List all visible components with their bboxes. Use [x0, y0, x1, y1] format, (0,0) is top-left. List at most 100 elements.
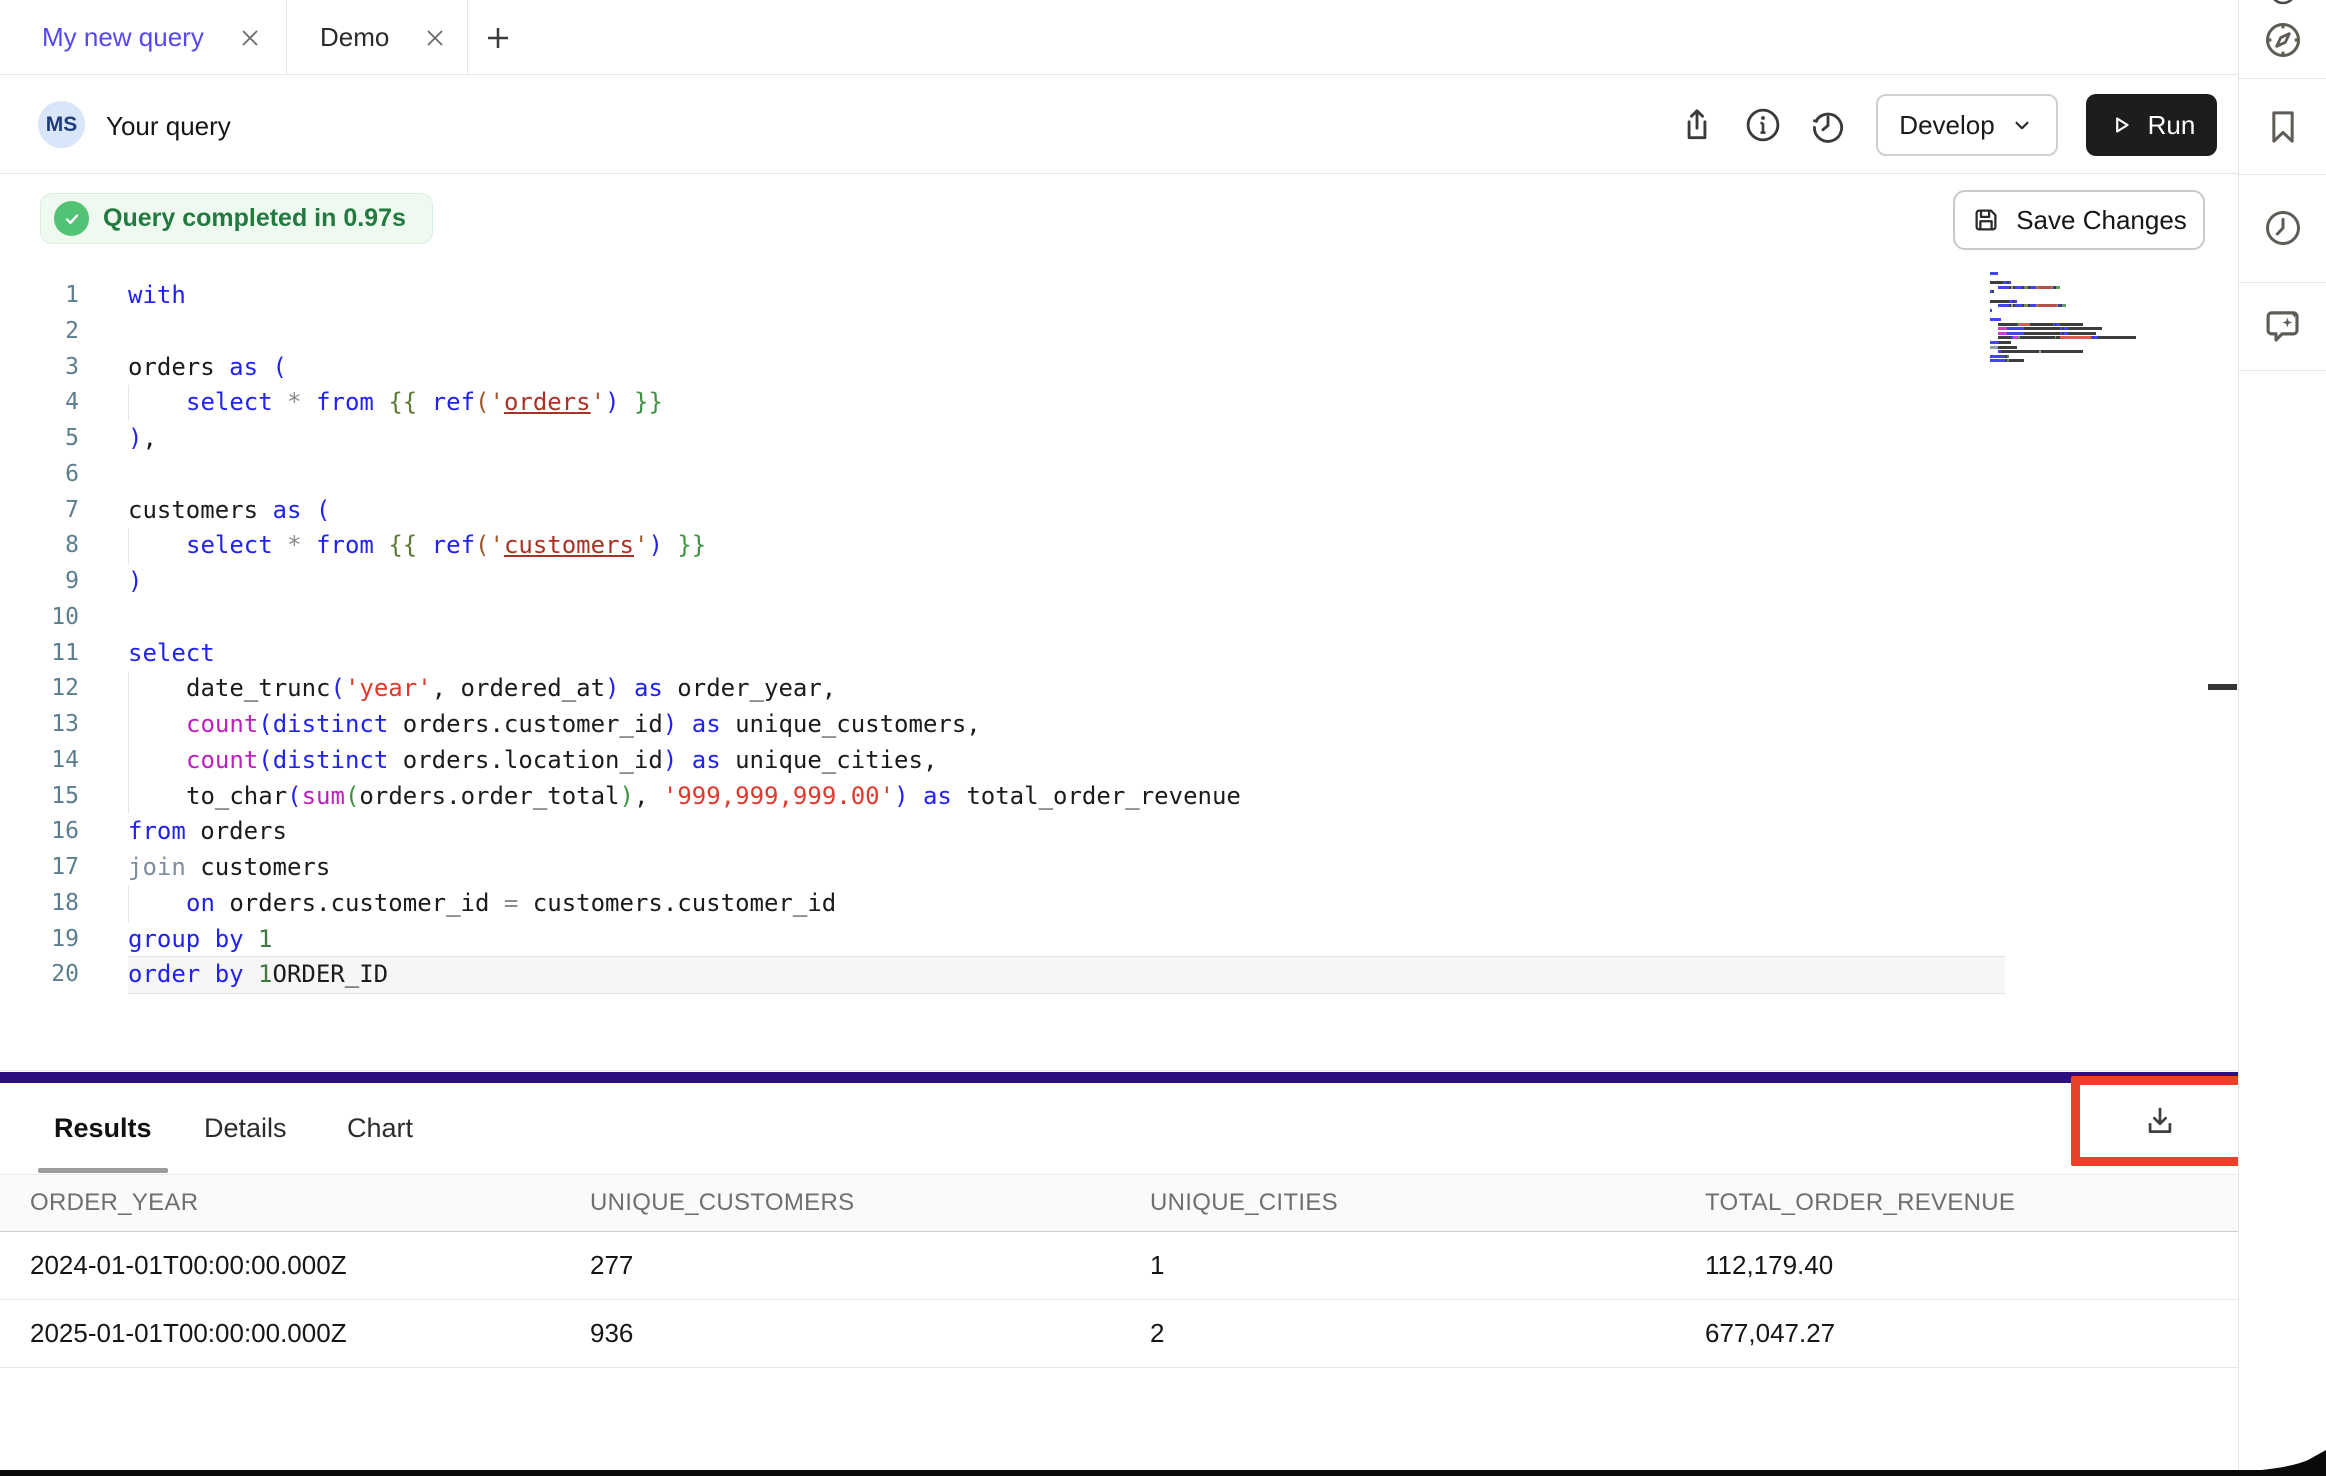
minimap-line: [1990, 350, 2142, 353]
tab-my-new-query[interactable]: My new query: [0, 0, 287, 75]
share-button[interactable]: [1675, 103, 1719, 147]
code-line[interactable]: customers as (: [128, 493, 2005, 529]
line-number-gutter: 1234567891011121314151617181920: [0, 278, 79, 993]
share-icon: [1678, 106, 1716, 144]
minimap-line: [1990, 346, 2142, 349]
line-number: 6: [0, 457, 79, 493]
tab-results-label: Results: [54, 1113, 152, 1144]
table-body: 2024-01-01T00:00:00.000Z2771112,179.4020…: [0, 1232, 2238, 1368]
minimap-line: [1990, 359, 2142, 362]
column-header: UNIQUE_CITIES: [1120, 1189, 1675, 1217]
save-changes-button[interactable]: Save Changes: [1953, 190, 2205, 250]
minimap-line: [1990, 323, 2142, 326]
code-line[interactable]: order by 1ORDER_ID: [128, 957, 2005, 993]
line-number: 16: [0, 814, 79, 850]
line-number: 19: [0, 922, 79, 958]
status-message: Query completed in 0.97s: [103, 204, 406, 233]
explore-button[interactable]: [2261, 18, 2305, 62]
table-cell: 2: [1120, 1318, 1675, 1349]
code-line[interactable]: [128, 600, 2005, 636]
minimap-line: [1990, 286, 2142, 289]
tab-demo[interactable]: Demo: [287, 0, 468, 75]
code-line[interactable]: count(distinct orders.location_id) as un…: [128, 743, 2005, 779]
code-line[interactable]: orders as (: [128, 350, 2005, 386]
history-button[interactable]: [1806, 103, 1850, 147]
code-line[interactable]: join customers: [128, 850, 2005, 886]
develop-dropdown[interactable]: Develop: [1876, 94, 2058, 156]
minimap-line: [1990, 290, 2142, 293]
table-cell: 2024-01-01T00:00:00.000Z: [0, 1250, 560, 1281]
results-tab-bar: Results Details Chart: [0, 1083, 2238, 1174]
line-number: 20: [0, 957, 79, 993]
chat-sparkles-icon: [2262, 305, 2304, 347]
scrollbar-thumb[interactable]: [2208, 684, 2237, 690]
chevron-down-icon: [2009, 112, 2035, 138]
minimap-line: [1990, 295, 2142, 298]
download-results-button[interactable]: [2080, 1085, 2240, 1157]
table-cell: 677,047.27: [1675, 1318, 2238, 1349]
tab-label: Demo: [320, 22, 389, 53]
panel-resize-divider[interactable]: [0, 1072, 2238, 1083]
tab-details[interactable]: Details: [204, 1083, 287, 1174]
close-icon[interactable]: [238, 26, 262, 50]
column-header: ORDER_YEAR: [0, 1189, 560, 1217]
results-table: ORDER_YEARUNIQUE_CUSTOMERSUNIQUE_CITIEST…: [0, 1174, 2238, 1368]
code-line[interactable]: [128, 314, 2005, 350]
table-row: 2025-01-01T00:00:00.000Z9362677,047.27: [0, 1300, 2238, 1368]
ai-assistant-button[interactable]: [2261, 304, 2305, 348]
line-number: 14: [0, 743, 79, 779]
code-area[interactable]: with orders as (select * from {{ ref('ord…: [128, 278, 2005, 993]
code-line[interactable]: on orders.customer_id = customers.custom…: [128, 886, 2005, 922]
tab-details-label: Details: [204, 1113, 287, 1144]
new-tab-button[interactable]: [468, 0, 528, 75]
editor-minimap[interactable]: [1990, 272, 2142, 364]
bookmarks-button[interactable]: [2261, 105, 2305, 149]
code-line[interactable]: select: [128, 636, 2005, 672]
code-line[interactable]: with: [128, 278, 2005, 314]
line-number: 7: [0, 493, 79, 529]
minimap-line: [1990, 327, 2142, 330]
compass-icon: [2263, 20, 2303, 60]
save-icon: [1971, 205, 2001, 235]
code-line[interactable]: group by 1: [128, 922, 2005, 958]
line-number: 9: [0, 564, 79, 600]
code-line[interactable]: date_trunc('year', ordered_at) as order_…: [128, 671, 2005, 707]
history-icon: [1809, 106, 1847, 144]
table-cell: 112,179.40: [1675, 1250, 2238, 1281]
bookmark-icon: [2263, 107, 2303, 147]
line-number: 13: [0, 707, 79, 743]
close-icon[interactable]: [423, 26, 447, 50]
save-changes-label: Save Changes: [2016, 205, 2187, 236]
code-line[interactable]: [128, 457, 2005, 493]
run-button[interactable]: Run: [2086, 94, 2217, 156]
code-line[interactable]: select * from {{ ref('orders') }}: [128, 385, 2005, 421]
minimap-line: [1990, 318, 2142, 321]
tab-results[interactable]: Results: [54, 1083, 152, 1174]
recent-history-button[interactable]: [2261, 206, 2305, 250]
sidebar-divider: [2239, 282, 2326, 283]
info-button[interactable]: [1741, 103, 1785, 147]
code-line[interactable]: ),: [128, 421, 2005, 457]
editor-bottom-border: [0, 1070, 2238, 1071]
code-line[interactable]: ): [128, 564, 2005, 600]
code-line[interactable]: select * from {{ ref('customers') }}: [128, 528, 2005, 564]
code-line[interactable]: count(distinct orders.customer_id) as un…: [128, 707, 2005, 743]
table-cell: 936: [560, 1318, 1120, 1349]
code-line[interactable]: from orders: [128, 814, 2005, 850]
bottom-edge-bar: [0, 1470, 2326, 1476]
table-cell: 2025-01-01T00:00:00.000Z: [0, 1318, 560, 1349]
minimap-line: [1990, 281, 2142, 284]
minimap-line: [1990, 313, 2142, 316]
query-status-badge: Query completed in 0.97s: [40, 193, 433, 244]
line-number: 4: [0, 385, 79, 421]
sidebar-divider: [2239, 78, 2326, 79]
active-tab-indicator: [38, 1168, 168, 1173]
code-line[interactable]: to_char(sum(orders.order_total), '999,99…: [128, 779, 2005, 815]
minimap-line: [1990, 341, 2142, 344]
table-row: 2024-01-01T00:00:00.000Z2771112,179.40: [0, 1232, 2238, 1300]
line-number: 15: [0, 779, 79, 815]
right-sidebar: [2238, 0, 2326, 1476]
minimap-line: [1990, 355, 2142, 358]
line-number: 2: [0, 314, 79, 350]
tab-chart[interactable]: Chart: [347, 1083, 413, 1174]
